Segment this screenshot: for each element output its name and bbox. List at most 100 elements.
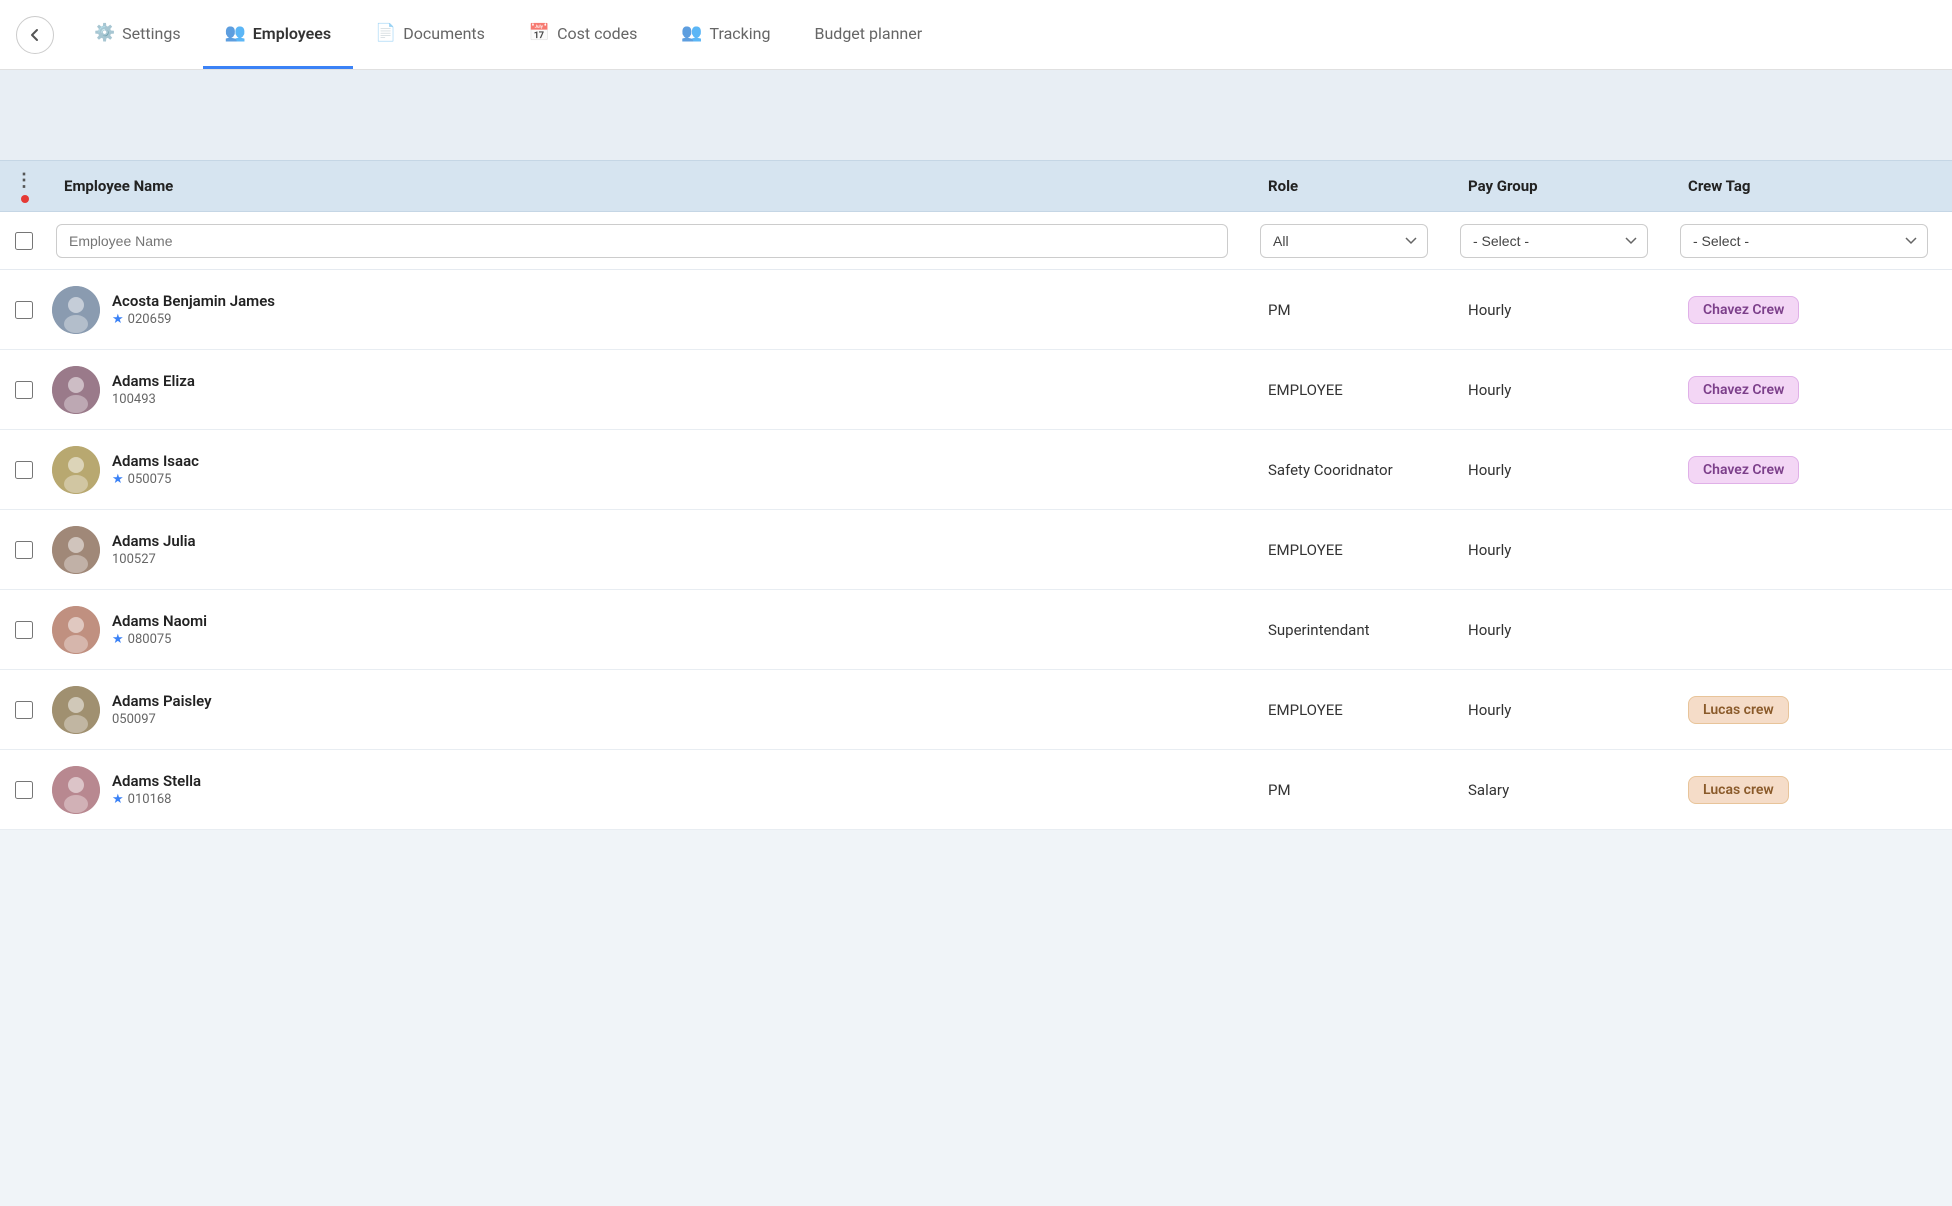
employees-tab-icon: 👥 bbox=[225, 23, 246, 43]
row-checkbox-2[interactable] bbox=[15, 461, 33, 479]
documents-tab-icon: 📄 bbox=[375, 23, 396, 43]
employee-info-4: Adams Naomi★080075 bbox=[112, 612, 207, 647]
employee-id-3: 100527 bbox=[112, 552, 196, 567]
crewtag-cell-1: Chavez Crew bbox=[1672, 376, 1952, 404]
header-crew-tag: Crew Tag bbox=[1672, 177, 1952, 195]
employee-id-2: ★050075 bbox=[112, 472, 199, 487]
crewtag-filter-cell: - Select - bbox=[1672, 224, 1952, 258]
name-filter-input[interactable] bbox=[56, 224, 1228, 258]
avatar bbox=[52, 286, 100, 334]
table-row: Adams Eliza100493EMPLOYEEHourly Chavez Cr… bbox=[0, 350, 1952, 430]
table-header-row: ⋮ Employee Name Role Pay Group Crew Tag bbox=[0, 160, 1952, 212]
table-row: Adams Paisley 050097 EMPLOYEEHourly Lucas c… bbox=[0, 670, 1952, 750]
paygroup-cell-3: Hourly bbox=[1452, 541, 1672, 559]
avatar bbox=[52, 686, 100, 734]
tracking-tab-label: Tracking bbox=[710, 24, 771, 43]
employee-name-0[interactable]: Acosta Benjamin James bbox=[112, 292, 275, 310]
employee-name-3[interactable]: Adams Julia bbox=[112, 532, 196, 550]
employee-info-3: Adams Julia 100527 bbox=[112, 532, 196, 567]
avatar bbox=[52, 526, 100, 574]
row-checkbox-4[interactable] bbox=[15, 621, 33, 639]
top-nav: ⚙️Settings 👥 Employees 📄Documents📅Cost code… bbox=[0, 0, 1952, 70]
row-checkbox-1[interactable] bbox=[15, 381, 33, 399]
crew-tag-badge[interactable]: Chavez Crew bbox=[1688, 296, 1799, 324]
name-filter-cell bbox=[48, 224, 1252, 258]
role-cell-0: PM bbox=[1252, 301, 1452, 319]
back-button[interactable] bbox=[16, 16, 54, 54]
row-checkbox-6[interactable] bbox=[15, 781, 33, 799]
nav-tab-budget-planner[interactable]: Budget planner bbox=[793, 0, 945, 69]
header-menu-dots[interactable]: ⋮ bbox=[0, 170, 48, 203]
row-checkbox-cell-6 bbox=[0, 781, 48, 799]
paygroup-filter-select[interactable]: - Select - bbox=[1460, 224, 1648, 258]
sub-header bbox=[0, 70, 1952, 160]
employee-info-2: Adams Isaac ★050075 bbox=[112, 452, 199, 487]
star-icon: ★ bbox=[112, 472, 124, 487]
role-cell-6: PM bbox=[1252, 781, 1452, 799]
row-checkbox-cell-3 bbox=[0, 541, 48, 559]
crewtag-filter-select[interactable]: - Select - bbox=[1680, 224, 1928, 258]
employee-info-6: Adams Stella ★010168 bbox=[112, 772, 201, 807]
nav-tab-employees[interactable]: 👥 Employees bbox=[203, 0, 353, 69]
paygroup-cell-2: Hourly bbox=[1452, 461, 1672, 479]
filter-row: All - Select - - Select - bbox=[0, 212, 1952, 270]
row-checkbox-cell-2 bbox=[0, 461, 48, 479]
employee-table: ⋮ Employee Name Role Pay Group Crew Tag … bbox=[0, 160, 1952, 830]
row-checkbox-5[interactable] bbox=[15, 701, 33, 719]
employee-name-1[interactable]: Adams Eliza bbox=[112, 372, 195, 390]
nav-tab-tracking[interactable]: 👥Tracking bbox=[659, 0, 792, 69]
settings-tab-label: Settings bbox=[122, 24, 180, 43]
header-role: Role bbox=[1252, 177, 1452, 195]
crewtag-cell-0: Chavez Crew bbox=[1672, 296, 1952, 324]
header-employee-name: Employee Name bbox=[48, 177, 1252, 195]
employee-name-2[interactable]: Adams Isaac bbox=[112, 452, 199, 470]
crew-tag-badge[interactable]: Lucas crew bbox=[1688, 776, 1789, 804]
role-cell-5: EMPLOYEE bbox=[1252, 701, 1452, 719]
dots-icon[interactable]: ⋮ bbox=[15, 170, 33, 191]
row-checkbox-cell-0 bbox=[0, 301, 48, 319]
header-pay-group: Pay Group bbox=[1452, 177, 1672, 195]
paygroup-cell-5: Hourly bbox=[1452, 701, 1672, 719]
star-icon: ★ bbox=[112, 792, 124, 807]
table-body: Acosta Benjamin James ★020659 PM Hourly Chav… bbox=[0, 270, 1952, 830]
nav-tab-documents[interactable]: 📄Documents bbox=[353, 0, 507, 69]
avatar bbox=[52, 606, 100, 654]
role-cell-2: Safety Cooridnator bbox=[1252, 461, 1452, 479]
row-checkbox-cell-5 bbox=[0, 701, 48, 719]
table-row: Adams Isaac ★050075 Safety CooridnatorHour… bbox=[0, 430, 1952, 510]
paygroup-filter-cell: - Select - bbox=[1452, 224, 1672, 258]
employee-id-5: 050097 bbox=[112, 712, 212, 727]
employee-cell-4: Adams Naomi★080075 bbox=[48, 606, 1252, 654]
employees-tab-label: Employees bbox=[253, 24, 331, 43]
role-filter-cell: All bbox=[1252, 224, 1452, 258]
row-checkbox-cell-4 bbox=[0, 621, 48, 639]
employee-cell-1: Adams Eliza100493 bbox=[48, 366, 1252, 414]
crew-tag-badge[interactable]: Chavez Crew bbox=[1688, 456, 1799, 484]
paygroup-cell-6: Salary bbox=[1452, 781, 1672, 799]
nav-tab-cost-codes[interactable]: 📅Cost codes bbox=[507, 0, 659, 69]
employee-name-4[interactable]: Adams Naomi bbox=[112, 612, 207, 630]
crew-tag-badge[interactable]: Chavez Crew bbox=[1688, 376, 1799, 404]
star-icon: ★ bbox=[112, 312, 124, 327]
select-all-checkbox[interactable] bbox=[15, 232, 33, 250]
paygroup-cell-1: Hourly bbox=[1452, 381, 1672, 399]
role-cell-4: Superintendant bbox=[1252, 621, 1452, 639]
avatar bbox=[52, 766, 100, 814]
employee-id-6: ★010168 bbox=[112, 792, 201, 807]
role-cell-3: EMPLOYEE bbox=[1252, 541, 1452, 559]
budget-planner-tab-label: Budget planner bbox=[815, 24, 923, 43]
employee-name-5[interactable]: Adams Paisley bbox=[112, 692, 212, 710]
role-cell-1: EMPLOYEE bbox=[1252, 381, 1452, 399]
cost-codes-tab-label: Cost codes bbox=[557, 24, 637, 43]
nav-tab-settings[interactable]: ⚙️Settings bbox=[72, 0, 203, 69]
employee-id-0: ★020659 bbox=[112, 312, 275, 327]
crew-tag-badge[interactable]: Lucas crew bbox=[1688, 696, 1789, 724]
table-row: Adams Naomi★080075SuperintendantHourly bbox=[0, 590, 1952, 670]
employee-name-6[interactable]: Adams Stella bbox=[112, 772, 201, 790]
role-filter-select[interactable]: All bbox=[1260, 224, 1428, 258]
avatar bbox=[52, 446, 100, 494]
employee-cell-0: Acosta Benjamin James ★020659 bbox=[48, 286, 1252, 334]
row-checkbox-3[interactable] bbox=[15, 541, 33, 559]
employee-info-5: Adams Paisley 050097 bbox=[112, 692, 212, 727]
row-checkbox-0[interactable] bbox=[15, 301, 33, 319]
